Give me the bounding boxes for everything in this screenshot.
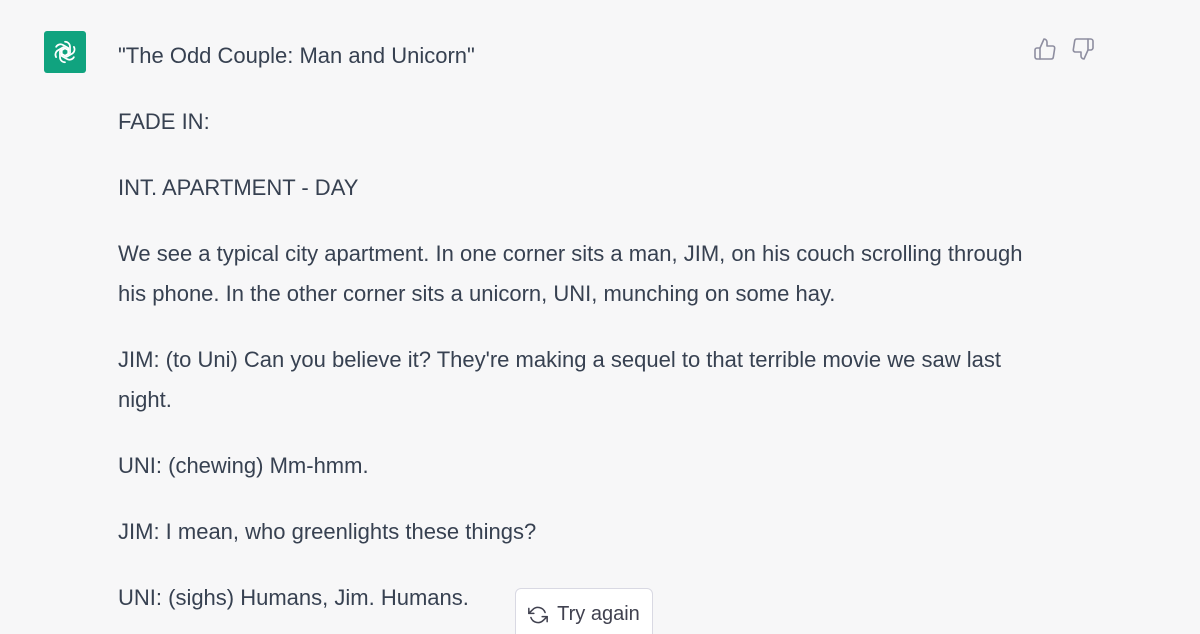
thumbs-up-icon	[1034, 38, 1056, 60]
feedback-buttons	[1032, 36, 1096, 62]
try-again-label: Try again	[557, 603, 640, 625]
assistant-message: "The Odd Couple: Man and Unicorn" FADE I…	[118, 36, 1038, 634]
refresh-icon	[528, 606, 549, 624]
try-again-button[interactable]: Try again	[515, 588, 653, 634]
message-paragraph: FADE IN:	[118, 109, 210, 134]
message-paragraph: INT. APARTMENT - DAY	[118, 175, 359, 200]
thumbs-down-icon	[1072, 38, 1094, 60]
message-paragraph: JIM: I mean, who greenlights these thing…	[118, 519, 537, 544]
thumbs-up-button[interactable]	[1032, 36, 1058, 62]
assistant-avatar	[44, 31, 86, 73]
message-title: "The Odd Couple: Man and Unicorn"	[118, 43, 475, 68]
message-paragraph: We see a typical city apartment. In one …	[118, 241, 1023, 306]
thumbs-down-button[interactable]	[1070, 36, 1096, 62]
message-paragraph: UNI: (chewing) Mm-hmm.	[118, 453, 369, 478]
openai-logo-icon	[54, 40, 76, 64]
message-paragraph: JIM: (to Uni) Can you believe it? They'r…	[118, 347, 1001, 412]
